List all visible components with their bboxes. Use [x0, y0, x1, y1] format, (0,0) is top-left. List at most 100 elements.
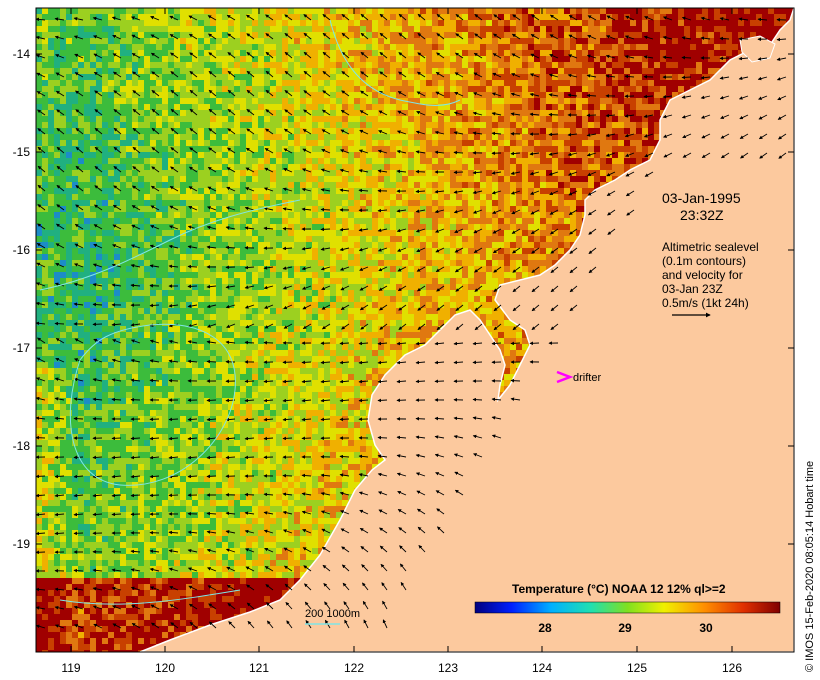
sst-cell — [84, 32, 90, 38]
sst-cell — [294, 68, 300, 74]
sst-cell — [576, 56, 582, 62]
sst-cell — [192, 158, 198, 164]
sst-cell — [456, 218, 462, 224]
sst-cell — [276, 146, 282, 152]
sst-cell — [138, 176, 144, 182]
sst-cell — [282, 194, 288, 200]
sst-cell — [420, 134, 426, 140]
sst-cell — [348, 20, 354, 26]
sst-cell — [438, 80, 444, 86]
sst-cell — [102, 32, 108, 38]
sst-cell — [162, 86, 168, 92]
sst-cell — [42, 200, 48, 206]
sst-cell — [480, 140, 486, 146]
sst-cell — [252, 230, 258, 236]
sst-cell — [606, 140, 612, 146]
sst-cell — [492, 80, 498, 86]
sst-cell — [258, 194, 264, 200]
sst-cell — [174, 140, 180, 146]
sst-cell — [294, 128, 300, 134]
sst-cell — [372, 134, 378, 140]
sst-cell — [144, 212, 150, 218]
sst-cell — [84, 194, 90, 200]
sst-cell — [54, 164, 60, 170]
sst-cell — [336, 146, 342, 152]
sst-cell — [408, 188, 414, 194]
sst-cell — [336, 116, 342, 122]
sst-cell — [258, 104, 264, 110]
sst-cell — [150, 56, 156, 62]
sst-cell — [306, 236, 312, 242]
sst-cell — [336, 212, 342, 218]
sst-cell — [672, 50, 678, 56]
sst-cell — [246, 140, 252, 146]
sst-cell — [60, 44, 66, 50]
sst-cell — [444, 56, 450, 62]
sst-cell — [552, 26, 558, 32]
sst-cell — [540, 32, 546, 38]
sst-cell — [438, 134, 444, 140]
sst-cell — [324, 206, 330, 212]
sst-cell — [36, 242, 42, 248]
sst-cell — [180, 152, 186, 158]
sst-cell — [516, 146, 522, 152]
sst-cell — [192, 152, 198, 158]
sst-cell — [582, 68, 588, 74]
sst-cell — [390, 206, 396, 212]
sst-cell — [588, 104, 594, 110]
sst-cell — [660, 8, 666, 14]
sst-cell — [408, 92, 414, 98]
sst-cell — [354, 218, 360, 224]
sst-cell — [618, 164, 624, 170]
sst-cell — [390, 68, 396, 74]
sst-cell — [408, 164, 414, 170]
sst-cell — [378, 116, 384, 122]
sst-cell — [720, 56, 726, 62]
sst-cell — [624, 158, 630, 164]
sst-cell — [300, 152, 306, 158]
sst-cell — [396, 44, 402, 50]
sst-cell — [36, 140, 42, 146]
sst-cell — [66, 176, 72, 182]
sst-cell — [600, 62, 606, 68]
sst-cell — [780, 14, 786, 20]
sst-cell — [258, 74, 264, 80]
sst-cell — [432, 38, 438, 44]
sst-cell — [216, 224, 222, 230]
sst-cell — [654, 134, 660, 140]
sst-cell — [36, 188, 42, 194]
sst-cell — [666, 80, 672, 86]
sst-cell — [474, 116, 480, 122]
sst-cell — [576, 68, 582, 74]
sst-cell — [102, 104, 108, 110]
sst-cell — [288, 122, 294, 128]
sst-cell — [726, 8, 732, 14]
sst-cell — [408, 212, 414, 218]
sst-cell — [102, 50, 108, 56]
sst-cell — [528, 200, 534, 206]
sst-cell — [366, 236, 372, 242]
sst-cell — [702, 26, 708, 32]
sst-cell — [36, 86, 42, 92]
sst-cell — [252, 212, 258, 218]
sst-cell — [438, 236, 444, 242]
sst-cell — [252, 236, 258, 242]
sst-cell — [294, 62, 300, 68]
sst-cell — [306, 98, 312, 104]
sst-cell — [162, 164, 168, 170]
sst-cell — [474, 86, 480, 92]
sst-cell — [462, 20, 468, 26]
sst-cell — [384, 200, 390, 206]
sst-cell — [270, 50, 276, 56]
sst-cell — [108, 8, 114, 14]
sst-cell — [90, 62, 96, 68]
sst-cell — [156, 32, 162, 38]
sst-cell — [216, 182, 222, 188]
sst-cell — [558, 62, 564, 68]
sst-cell — [348, 56, 354, 62]
sst-cell — [150, 140, 156, 146]
sst-cell — [618, 26, 624, 32]
sst-cell — [240, 50, 246, 56]
sst-cell — [360, 212, 366, 218]
sst-cell — [714, 62, 720, 68]
